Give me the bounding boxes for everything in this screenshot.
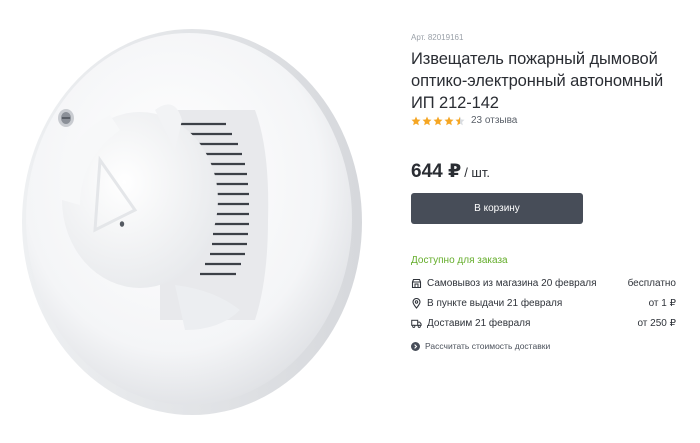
delivery-label: Самовывоз из магазина 20 февраля <box>427 277 597 289</box>
price-unit: / шт. <box>464 165 490 180</box>
delivery-option-pickup: Самовывоз из магазина 20 февраля бесплат… <box>411 276 676 290</box>
delivery-cost: от 1 ₽ <box>648 297 676 309</box>
price: 644 ₽ / шт. <box>411 160 490 183</box>
truck-icon <box>411 318 422 329</box>
rating-stars <box>411 116 465 126</box>
star-icon <box>411 116 421 125</box>
shop-icon <box>411 278 422 289</box>
calculate-delivery-label: Рассчитать стоимость доставки <box>425 341 551 351</box>
calculate-delivery-link[interactable]: Рассчитать стоимость доставки <box>411 341 550 351</box>
chevron-right-circle-icon <box>411 341 420 351</box>
star-icon <box>433 116 443 125</box>
product-title: Извещатель пожарный дымовой оптико-элект… <box>411 50 664 112</box>
delivery-label: В пункте выдачи 21 февраля <box>427 297 563 309</box>
delivery-cost: бесплатно <box>627 277 676 289</box>
delivery-option-courier: Доставим 21 февраля от 250 ₽ <box>411 316 676 330</box>
add-to-cart-button[interactable]: В корзину <box>411 193 583 224</box>
location-pin-icon <box>411 297 422 309</box>
product-image <box>22 29 362 415</box>
price-value: 644 ₽ <box>411 161 462 182</box>
delivery-cost: от 250 ₽ <box>637 317 676 329</box>
star-icon <box>444 116 454 125</box>
star-icon <box>422 116 432 125</box>
delivery-label: Доставим 21 февраля <box>427 317 531 329</box>
reviews-link[interactable]: 23 отзыва <box>471 115 517 126</box>
rating[interactable]: 23 отзыва <box>411 115 517 126</box>
half-star-icon <box>455 116 465 125</box>
article-number: Арт. 82019161 <box>411 33 464 42</box>
delivery-option-pickup-point: В пункте выдачи 21 февраля от 1 ₽ <box>411 296 676 310</box>
availability-status: Доступно для заказа <box>411 255 508 266</box>
